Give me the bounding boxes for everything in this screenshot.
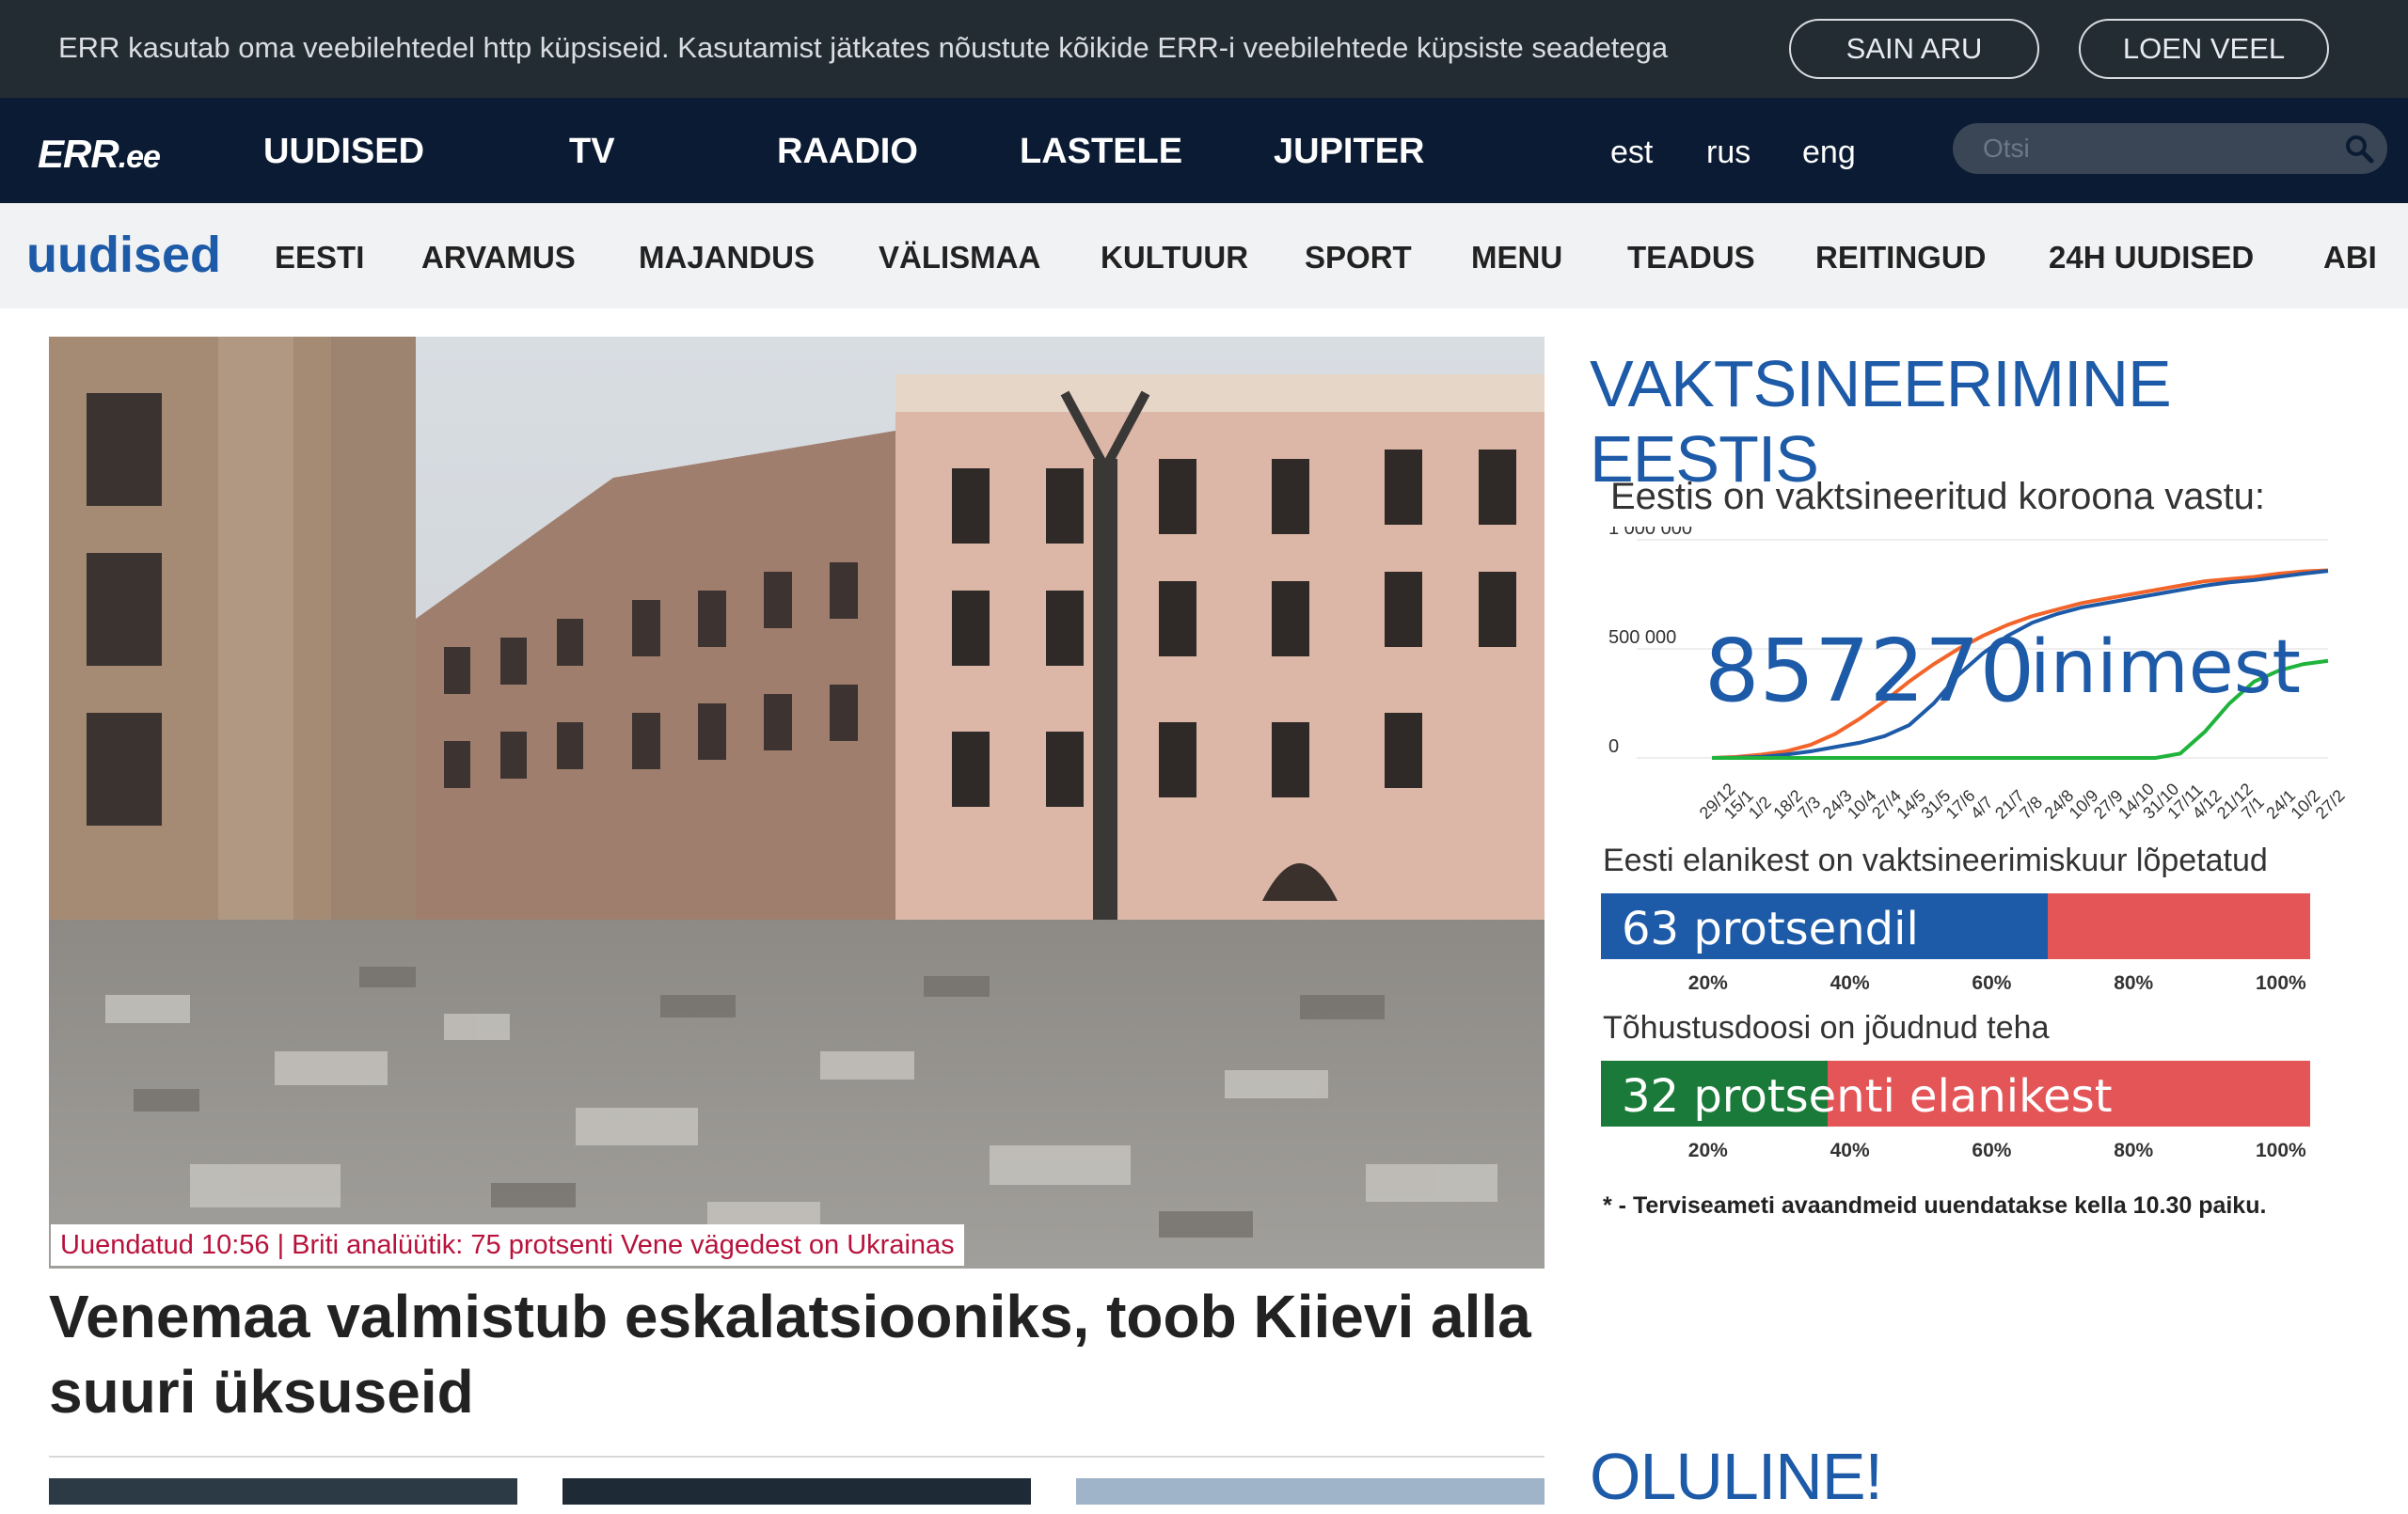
article-divider [49,1456,1545,1458]
sec-item-kultuur[interactable]: KULTUUR [1101,240,1248,276]
bar-tick-label: 40% [1830,1140,1870,1161]
bar1-ticks: 20% 40% 60% 80% 100% [1601,972,2310,995]
topnav-item-raadio[interactable]: RAADIO [777,132,918,172]
chart-y-tick: 0 [1608,736,1619,757]
topnav-item-uudised[interactable]: UUDISED [263,132,424,172]
bar2-track: 32 protsenti elanikest [1601,1061,2310,1127]
bar1-text: 63 protsendil [1622,903,1919,955]
err-logo[interactable]: ERR.ee [38,132,161,177]
bar1-label: Eesti elanikest on vaktsineerimiskuur lõ… [1603,843,2268,878]
cookie-more-button[interactable]: LOEN VEEL [2079,19,2329,79]
sec-item-24h[interactable]: 24H UUDISED [2049,240,2254,276]
bar-tick-label: 80% [2114,972,2154,994]
hero-illustration [49,337,1545,1269]
thumbnail-1[interactable] [49,1478,517,1505]
hero-caption[interactable]: Uuendatud 10:56 | Briti analüütik: 75 pr… [51,1224,964,1266]
bar-tick-label: 100% [2256,1140,2306,1161]
sec-item-teadus[interactable]: TEADUS [1627,240,1755,276]
sec-item-menu[interactable]: MENU [1471,240,1562,276]
sec-item-arvamus[interactable]: ARVAMUS [421,240,576,276]
vaccination-title: VAKTSINEERIMINE EESTIS [1590,347,2172,496]
bar-tick-label: 60% [1972,1140,2012,1161]
lang-rus[interactable]: rus [1706,134,1751,171]
lang-est[interactable]: est [1610,134,1653,171]
section-brand[interactable]: uudised [26,226,221,284]
chart-x-tick: 27/2 [2312,786,2349,823]
cookie-accept-button[interactable]: SAIN ARU [1789,19,2039,79]
sec-item-sport[interactable]: SPORT [1305,240,1412,276]
search-placeholder: Otsi [1983,134,2030,163]
chart-y-tick: 1 000 000 [1608,527,1692,539]
sec-item-valismaa[interactable]: VÄLISMAA [879,240,1040,276]
sec-item-eesti[interactable]: EESTI [275,240,364,276]
bar2-text: 32 protsenti elanikest [1622,1070,2113,1123]
sec-item-reitingud[interactable]: REITINGUD [1815,240,1987,276]
topnav-item-jupiter[interactable]: JUPITER [1274,132,1424,172]
bar-tick-label: 40% [1830,972,1870,994]
sec-item-abi[interactable]: ABI [2323,240,2377,276]
cookie-text: ERR kasutab oma veebilehtedel http küpsi… [58,31,1669,64]
thumbnail-2[interactable] [562,1478,1031,1505]
bar1-rest [2048,893,2310,959]
bar-tick-label: 20% [1687,1140,1728,1161]
bar-tick-label: 100% [2256,972,2306,994]
headline[interactable]: Venemaa valmistub eskalatsiooniks, toob … [49,1279,1554,1429]
bar-tick-label: 20% [1687,972,1728,994]
vaccinated-unit: inimest [2030,625,2301,710]
bar1-track: 63 protsendil [1601,893,2310,959]
lang-eng[interactable]: eng [1802,134,1856,171]
thumbnail-3[interactable] [1076,1478,1545,1505]
hero-image[interactable] [49,337,1545,1269]
bar2-ticks: 20% 40% 60% 80% 100% [1601,1140,2310,1162]
vaccinated-count: 857270 [1704,621,2036,721]
logo-suffix: .ee [118,139,161,175]
oluline-heading: OLULINE! [1590,1440,1883,1513]
bar2-label: Tõhustusdoosi on jõudnud teha [1603,1010,2050,1046]
search-icon[interactable] [2344,134,2374,164]
bar-tick-label: 80% [2114,1140,2154,1161]
sec-item-majandus[interactable]: MAJANDUS [639,240,815,276]
topnav-item-tv[interactable]: TV [569,132,615,172]
data-footnote: * - Terviseameti avaandmeid uuendatakse … [1603,1192,2267,1219]
vaccination-subtitle: Eestis on vaktsineeritud koroona vastu: [1610,476,2265,517]
logo-main: ERR [38,132,119,176]
bar-tick-label: 60% [1972,972,2012,994]
topnav-item-lastele[interactable]: LASTELE [1020,132,1182,172]
chart-y-tick: 500 000 [1608,627,1676,648]
search-input[interactable]: Otsi [1953,123,2387,174]
